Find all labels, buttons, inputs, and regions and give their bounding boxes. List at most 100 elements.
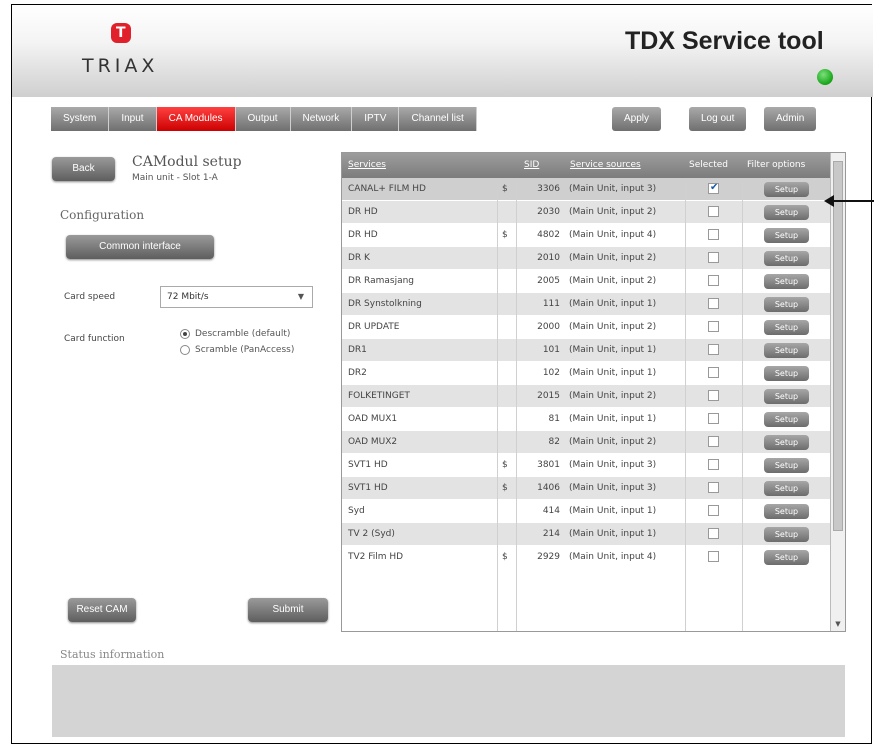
service-name: SVT1 HD bbox=[348, 460, 388, 470]
column-divider bbox=[516, 178, 517, 631]
service-name: DR UPDATE bbox=[348, 322, 400, 332]
tab-ca-modules[interactable]: CA Modules bbox=[156, 107, 236, 131]
service-name: OAD MUX1 bbox=[348, 414, 398, 424]
tab-channel-list[interactable]: Channel list bbox=[399, 107, 477, 131]
scroll-down-icon[interactable]: ▼ bbox=[833, 619, 843, 629]
scroll-thumb[interactable] bbox=[833, 161, 843, 531]
back-button[interactable]: Back bbox=[52, 157, 115, 181]
selected-checkbox[interactable] bbox=[708, 252, 719, 263]
setup-button[interactable]: Setup bbox=[764, 228, 809, 243]
service-name: FOLKETINGET bbox=[348, 391, 410, 401]
submit-button[interactable]: Submit bbox=[248, 598, 328, 622]
col-service-sources[interactable]: Service sources bbox=[570, 160, 641, 170]
table-row[interactable]: OAD MUX1 81 (Main Unit, input 1) Setup bbox=[342, 408, 832, 431]
setup-button[interactable]: Setup bbox=[764, 251, 809, 266]
radio-scramble[interactable]: Scramble (PanAccess) bbox=[180, 345, 294, 355]
table-row[interactable]: FOLKETINGET 2015 (Main Unit, input 2) Setup bbox=[342, 385, 832, 408]
setup-button[interactable]: Setup bbox=[764, 412, 809, 427]
table-row[interactable]: OAD MUX2 82 (Main Unit, input 2) Setup bbox=[342, 431, 832, 454]
table-scrollbar[interactable]: ▼ bbox=[830, 153, 845, 631]
table-row[interactable]: DR UPDATE 2000 (Main Unit, input 2) Setup bbox=[342, 316, 832, 339]
setup-button[interactable]: Setup bbox=[764, 274, 809, 289]
selected-checkbox[interactable] bbox=[708, 436, 719, 447]
table-row[interactable]: DR Ramasjang 2005 (Main Unit, input 2) Setu… bbox=[342, 270, 832, 293]
table-row[interactable]: SVT1 HD $1406 (Main Unit, input 3) Setup bbox=[342, 477, 832, 500]
table-row[interactable]: DR2 102 (Main Unit, input 1) Setup bbox=[342, 362, 832, 385]
setup-button[interactable]: Setup bbox=[764, 205, 809, 220]
tab-system[interactable]: System bbox=[51, 107, 110, 131]
selected-checkbox[interactable] bbox=[708, 298, 719, 309]
apply-button[interactable]: Apply bbox=[612, 107, 662, 131]
tab-output[interactable]: Output bbox=[235, 107, 291, 131]
selected-checkbox[interactable] bbox=[708, 413, 719, 424]
selected-checkbox[interactable] bbox=[708, 551, 719, 562]
service-source: (Main Unit, input 1) bbox=[569, 506, 657, 516]
table-row[interactable]: TV2 Film HD $2929 (Main Unit, input 4) Setu… bbox=[342, 546, 832, 569]
service-sid: 3801 bbox=[537, 460, 560, 470]
tab-input[interactable]: Input bbox=[109, 107, 157, 131]
logout-button[interactable]: Log out bbox=[689, 107, 747, 131]
services-table: Services SID Service sources Selected Fi… bbox=[341, 152, 846, 632]
setup-button[interactable]: Setup bbox=[764, 435, 809, 450]
card-function-label: Card function bbox=[64, 334, 125, 344]
table-row[interactable]: CANAL+ FILM HD $3306 (Main Unit, input 3) S… bbox=[342, 178, 832, 201]
selected-checkbox[interactable] bbox=[708, 344, 719, 355]
setup-button[interactable]: Setup bbox=[764, 297, 809, 312]
selected-checkbox[interactable] bbox=[708, 321, 719, 332]
selected-checkbox[interactable] bbox=[708, 182, 719, 194]
service-source: (Main Unit, input 4) bbox=[569, 230, 657, 240]
table-row[interactable]: DR1 101 (Main Unit, input 1) Setup bbox=[342, 339, 832, 362]
selected-checkbox[interactable] bbox=[708, 390, 719, 401]
service-sid: 82 bbox=[548, 437, 560, 447]
scrambled-flag: $ bbox=[502, 483, 508, 493]
table-row[interactable]: DR K 2010 (Main Unit, input 2) Setup bbox=[342, 247, 832, 270]
radio-off-icon bbox=[180, 345, 190, 355]
selected-checkbox[interactable] bbox=[708, 482, 719, 493]
service-sid: 214 bbox=[542, 529, 560, 539]
table-row[interactable]: TV 2 (Syd) 214 (Main Unit, input 1) Setup bbox=[342, 523, 832, 546]
selected-checkbox[interactable] bbox=[708, 229, 719, 240]
chevron-down-icon: ▼ bbox=[297, 292, 304, 301]
selected-checkbox[interactable] bbox=[708, 505, 719, 516]
service-name: CANAL+ FILM HD bbox=[348, 184, 426, 194]
scrambled-flag: $ bbox=[502, 552, 508, 562]
selected-checkbox[interactable] bbox=[708, 367, 719, 378]
setup-button[interactable]: Setup bbox=[764, 343, 809, 358]
selected-checkbox[interactable] bbox=[708, 275, 719, 286]
page-title: CAModul setup bbox=[132, 154, 242, 170]
tab-iptv[interactable]: IPTV bbox=[352, 107, 400, 131]
setup-button[interactable]: Setup bbox=[764, 389, 809, 404]
setup-button[interactable]: Setup bbox=[764, 320, 809, 335]
common-interface-button[interactable]: Common interface bbox=[66, 235, 214, 259]
setup-button[interactable]: Setup bbox=[764, 504, 809, 519]
status-panel bbox=[52, 665, 845, 737]
tab-network[interactable]: Network bbox=[290, 107, 353, 131]
table-row[interactable]: DR HD $4802 (Main Unit, input 4) Setup bbox=[342, 224, 832, 247]
setup-button[interactable]: Setup bbox=[764, 458, 809, 473]
card-speed-select[interactable]: 72 Mbit/s ▼ bbox=[160, 286, 313, 308]
card-speed-label: Card speed bbox=[64, 292, 116, 302]
table-row[interactable]: DR Synstolkning 111 (Main Unit, input 1) Se… bbox=[342, 293, 832, 316]
service-sid: 2929 bbox=[537, 552, 560, 562]
col-selected: Selected bbox=[689, 160, 729, 170]
setup-button[interactable]: Setup bbox=[764, 550, 809, 565]
table-row[interactable]: SVT1 HD $3801 (Main Unit, input 3) Setup bbox=[342, 454, 832, 477]
setup-button[interactable]: Setup bbox=[764, 481, 809, 496]
col-services[interactable]: Services bbox=[348, 160, 386, 170]
admin-button[interactable]: Admin bbox=[764, 107, 817, 131]
table-row[interactable]: DR HD 2030 (Main Unit, input 2) Setup bbox=[342, 201, 832, 224]
column-divider bbox=[685, 178, 686, 631]
col-sid[interactable]: SID bbox=[524, 160, 539, 170]
service-sid: 4802 bbox=[537, 230, 560, 240]
selected-checkbox[interactable] bbox=[708, 528, 719, 539]
setup-button[interactable]: Setup bbox=[764, 182, 809, 197]
selected-checkbox[interactable] bbox=[708, 206, 719, 217]
setup-button[interactable]: Setup bbox=[764, 366, 809, 381]
table-row[interactable]: Syd 414 (Main Unit, input 1) Setup bbox=[342, 500, 832, 523]
radio-descramble[interactable]: Descramble (default) bbox=[180, 329, 290, 339]
setup-button[interactable]: Setup bbox=[764, 527, 809, 542]
selected-checkbox[interactable] bbox=[708, 459, 719, 470]
service-sid: 101 bbox=[542, 345, 560, 355]
reset-cam-button[interactable]: Reset CAM bbox=[68, 598, 136, 622]
card-speed-value: 72 Mbit/s bbox=[167, 292, 209, 302]
